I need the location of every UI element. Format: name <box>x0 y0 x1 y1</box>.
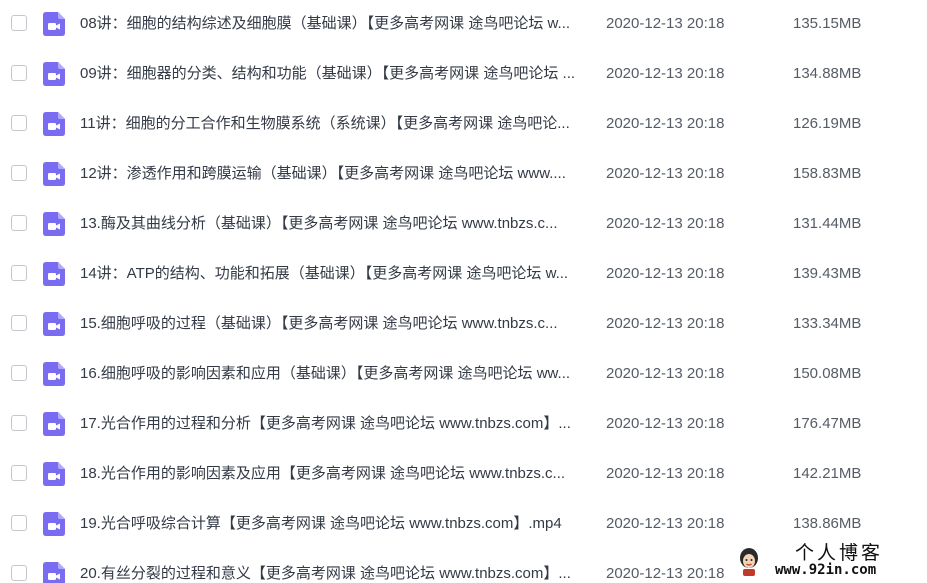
file-date: 2020-12-13 20:18 <box>606 515 725 532</box>
row-checkbox[interactable] <box>11 115 27 131</box>
file-row[interactable]: 11讲：细胞的分工合作和生物膜系统（系统课）【更多高考网课 途鸟吧论... 202… <box>0 100 927 150</box>
avatar-icon <box>740 548 758 576</box>
file-size: 176.47MB <box>793 415 862 432</box>
video-file-icon <box>43 412 65 436</box>
file-name[interactable]: 16.细胞呼吸的影响因素和应用（基础课）【更多高考网课 途鸟吧论坛 ww... <box>80 364 585 384</box>
video-file-icon <box>43 312 65 336</box>
file-row[interactable]: 09讲：细胞器的分类、结构和功能（基础课）【更多高考网课 途鸟吧论坛 ... 20… <box>0 50 927 100</box>
file-size: 134.88MB <box>793 65 862 82</box>
video-file-icon <box>43 362 65 386</box>
file-size: 142.21MB <box>793 465 862 482</box>
video-file-icon <box>43 62 65 86</box>
row-checkbox[interactable] <box>11 65 27 81</box>
watermark-title: 个人博客 <box>795 542 884 564</box>
file-size: 126.19MB <box>793 115 862 132</box>
file-date: 2020-12-13 20:18 <box>606 115 725 132</box>
file-name[interactable]: 18.光合作用的影响因素及应用【更多高考网课 途鸟吧论坛 www.tnbzs.c… <box>80 464 585 484</box>
file-name[interactable]: 12讲：渗透作用和跨膜运输（基础课）【更多高考网课 途鸟吧论坛 www.... <box>80 164 585 184</box>
file-size: 138.86MB <box>793 515 862 532</box>
file-row[interactable]: 17.光合作用的过程和分析【更多高考网课 途鸟吧论坛 www.tnbzs.com… <box>0 400 927 450</box>
watermark: 个人博客 www.92in.com <box>735 542 925 580</box>
file-name[interactable]: 17.光合作用的过程和分析【更多高考网课 途鸟吧论坛 www.tnbzs.com… <box>80 414 585 434</box>
file-name[interactable]: 20.有丝分裂的过程和意义【更多高考网课 途鸟吧论坛 www.tnbzs.com… <box>80 564 585 583</box>
file-name[interactable]: 13.酶及其曲线分析（基础课）【更多高考网课 途鸟吧论坛 www.tnbzs.c… <box>80 214 585 234</box>
row-checkbox[interactable] <box>11 215 27 231</box>
watermark-url: www.92in.com <box>775 562 877 578</box>
file-size: 139.43MB <box>793 265 862 282</box>
file-size: 133.34MB <box>793 315 862 332</box>
file-size: 135.15MB <box>793 15 862 32</box>
file-row[interactable]: 12讲：渗透作用和跨膜运输（基础课）【更多高考网课 途鸟吧论坛 www.... 2… <box>0 150 927 200</box>
file-date: 2020-12-13 20:18 <box>606 15 725 32</box>
file-name[interactable]: 08讲：细胞的结构综述及细胞膜（基础课）【更多高考网课 途鸟吧论坛 w... <box>80 14 585 34</box>
file-row[interactable]: 18.光合作用的影响因素及应用【更多高考网课 途鸟吧论坛 www.tnbzs.c… <box>0 450 927 500</box>
file-name[interactable]: 15.细胞呼吸的过程（基础课）【更多高考网课 途鸟吧论坛 www.tnbzs.c… <box>80 314 585 334</box>
row-checkbox[interactable] <box>11 365 27 381</box>
file-size: 131.44MB <box>793 215 862 232</box>
file-list: 08讲：细胞的结构综述及细胞膜（基础课）【更多高考网课 途鸟吧论坛 w... 20… <box>0 0 927 583</box>
row-checkbox[interactable] <box>11 465 27 481</box>
row-checkbox[interactable] <box>11 315 27 331</box>
row-checkbox[interactable] <box>11 165 27 181</box>
row-checkbox[interactable] <box>11 415 27 431</box>
video-file-icon <box>43 462 65 486</box>
file-date: 2020-12-13 20:18 <box>606 215 725 232</box>
video-file-icon <box>43 512 65 536</box>
file-date: 2020-12-13 20:18 <box>606 365 725 382</box>
file-row[interactable]: 16.细胞呼吸的影响因素和应用（基础课）【更多高考网课 途鸟吧论坛 ww... 2… <box>0 350 927 400</box>
video-file-icon <box>43 262 65 286</box>
video-file-icon <box>43 212 65 236</box>
file-name[interactable]: 11讲：细胞的分工合作和生物膜系统（系统课）【更多高考网课 途鸟吧论... <box>80 114 585 134</box>
file-date: 2020-12-13 20:18 <box>606 415 725 432</box>
file-row[interactable]: 13.酶及其曲线分析（基础课）【更多高考网课 途鸟吧论坛 www.tnbzs.c… <box>0 200 927 250</box>
file-name[interactable]: 09讲：细胞器的分类、结构和功能（基础课）【更多高考网课 途鸟吧论坛 ... <box>80 64 585 84</box>
file-date: 2020-12-13 20:18 <box>606 265 725 282</box>
file-date: 2020-12-13 20:18 <box>606 565 725 582</box>
row-checkbox[interactable] <box>11 515 27 531</box>
video-file-icon <box>43 162 65 186</box>
file-date: 2020-12-13 20:18 <box>606 165 725 182</box>
video-file-icon <box>43 12 65 36</box>
file-date: 2020-12-13 20:18 <box>606 315 725 332</box>
file-size: 158.83MB <box>793 165 862 182</box>
file-date: 2020-12-13 20:18 <box>606 465 725 482</box>
row-checkbox[interactable] <box>11 565 27 581</box>
file-row[interactable]: 15.细胞呼吸的过程（基础课）【更多高考网课 途鸟吧论坛 www.tnbzs.c… <box>0 300 927 350</box>
file-name[interactable]: 19.光合呼吸综合计算【更多高考网课 途鸟吧论坛 www.tnbzs.com】.… <box>80 514 585 534</box>
file-name[interactable]: 14讲：ATP的结构、功能和拓展（基础课）【更多高考网课 途鸟吧论坛 w... <box>80 264 585 284</box>
video-file-icon <box>43 562 65 583</box>
file-size: 150.08MB <box>793 365 862 382</box>
file-date: 2020-12-13 20:18 <box>606 65 725 82</box>
file-row[interactable]: 14讲：ATP的结构、功能和拓展（基础课）【更多高考网课 途鸟吧论坛 w... 2… <box>0 250 927 300</box>
file-row[interactable]: 08讲：细胞的结构综述及细胞膜（基础课）【更多高考网课 途鸟吧论坛 w... 20… <box>0 0 927 50</box>
video-file-icon <box>43 112 65 136</box>
row-checkbox[interactable] <box>11 265 27 281</box>
row-checkbox[interactable] <box>11 15 27 31</box>
